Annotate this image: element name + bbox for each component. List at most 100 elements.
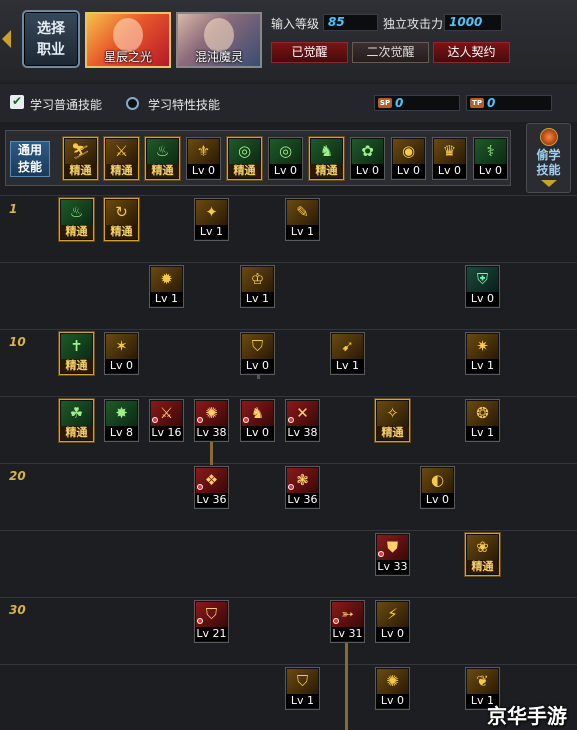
tree-skill-slot[interactable]: ➳ Lv 31	[330, 600, 365, 643]
normal-skill-checkbox[interactable]: ✔	[10, 95, 24, 109]
skill-art-icon: ⛷	[65, 139, 96, 164]
skill-level-label: Lv 0	[474, 164, 507, 178]
row-divider	[0, 463, 577, 464]
general-skill-slot[interactable]: ⚔ 精通	[104, 137, 139, 180]
skill-art-icon: ⚔	[106, 139, 137, 164]
skill-level-label: Lv 1	[331, 359, 364, 373]
general-skill-slot[interactable]: ◎ Lv 0	[268, 137, 303, 180]
alert-dot-icon	[152, 417, 158, 423]
skill-art-icon: ➹	[332, 334, 363, 359]
level-input[interactable]: 85	[323, 14, 378, 31]
general-skill-slot[interactable]: ⚜ Lv 0	[186, 137, 221, 180]
skill-level-label: Lv 0	[187, 164, 220, 178]
skill-art-icon: ✦	[196, 200, 227, 225]
general-skill-slot[interactable]: ◎ 精通	[227, 137, 262, 180]
sp-value: 0	[395, 96, 404, 110]
tree-skill-slot[interactable]: ↻ 精通	[104, 198, 139, 241]
tree-skill-slot[interactable]: ✷ Lv 1	[465, 332, 500, 375]
general-skill-slot[interactable]: ♞ 精通	[309, 137, 344, 180]
tree-skill-slot[interactable]: ✸ Lv 8	[104, 399, 139, 442]
skill-art-icon: ❀	[467, 535, 498, 560]
tree-skill-slot[interactable]: ✧ 精通	[375, 399, 410, 442]
tree-skill-slot[interactable]: ⚔ Lv 16	[149, 399, 184, 442]
tree-skill-slot[interactable]: ⛊ Lv 33	[375, 533, 410, 576]
skill-art-icon: ✺	[377, 669, 408, 694]
tree-skill-slot[interactable]: ⛉ Lv 0	[240, 332, 275, 375]
sp-icon: SP	[378, 98, 392, 108]
special-skill-label: 学习特性技能	[148, 98, 221, 112]
special-skill-radio[interactable]	[126, 97, 139, 110]
row-divider	[0, 396, 577, 397]
sp-points: SP 0	[374, 95, 460, 111]
general-skill-slot[interactable]: ♛ Lv 0	[432, 137, 467, 180]
skill-art-icon: ⛨	[467, 267, 498, 292]
alert-dot-icon	[197, 417, 203, 423]
tree-skill-slot[interactable]: ➹ Lv 1	[330, 332, 365, 375]
skill-level-label: 精通	[60, 426, 93, 440]
skill-level-label: Lv 0	[433, 164, 466, 178]
watermark: 京华手游	[487, 704, 567, 728]
choose-class-button[interactable]: 选择 职业	[22, 10, 80, 68]
skill-art-icon: ✹	[151, 267, 182, 292]
tp-points: TP 0	[466, 95, 552, 111]
tree-skill-slot[interactable]: ♞ Lv 0	[240, 399, 275, 442]
tree-skill-slot[interactable]: ⛉ Lv 1	[285, 667, 320, 710]
level-marker: 1	[9, 202, 18, 216]
skill-art-icon: ✧	[377, 401, 408, 426]
tp-value: 0	[487, 96, 496, 110]
skill-level-label: Lv 0	[269, 164, 302, 178]
general-skill-slot[interactable]: ⛷ 精通	[63, 137, 98, 180]
steal-skill-label: 偷学 技能	[536, 148, 561, 177]
skill-level-label: 精通	[105, 164, 138, 178]
steal-skill-button[interactable]: 偷学 技能	[526, 123, 571, 193]
tree-skill-slot[interactable]: ♔ Lv 1	[240, 265, 275, 308]
tree-skill-slot[interactable]: ❀ 精通	[465, 533, 500, 576]
skill-art-icon: ♨	[61, 200, 92, 225]
general-skill-slot[interactable]: ◉ Lv 0	[391, 137, 426, 180]
tree-skill-slot[interactable]: ⚡ Lv 0	[375, 600, 410, 643]
general-skill-slot[interactable]: ♨ 精通	[145, 137, 180, 180]
tree-skill-slot[interactable]: ☘ 精通	[59, 399, 94, 442]
tree-skill-slot[interactable]: ♨ 精通	[59, 198, 94, 241]
tree-skill-slot[interactable]: ✎ Lv 1	[285, 198, 320, 241]
tree-skill-slot[interactable]: ✕ Lv 38	[285, 399, 320, 442]
portrait-class-2[interactable]: 混沌魔灵	[176, 12, 262, 68]
tree-skill-slot[interactable]: ✦ Lv 1	[194, 198, 229, 241]
alert-dot-icon	[288, 484, 294, 490]
skill-art-icon: ❂	[467, 401, 498, 426]
tree-skill-slot[interactable]: ❂ Lv 1	[465, 399, 500, 442]
tree-skill-slot[interactable]: ❖ Lv 36	[194, 466, 229, 509]
skill-art-icon: ⛉	[242, 334, 273, 359]
skill-level-label: Lv 1	[195, 225, 228, 239]
tree-skill-slot[interactable]: ⛉ Lv 21	[194, 600, 229, 643]
skill-connector	[210, 441, 213, 465]
tp-icon: TP	[470, 98, 484, 108]
general-skill-slot[interactable]: ⚕ Lv 0	[473, 137, 508, 180]
general-skill-slot[interactable]: ✿ Lv 0	[350, 137, 385, 180]
attack-input[interactable]: 1000	[444, 14, 502, 31]
skill-level-label: Lv 38	[195, 426, 228, 440]
tree-skill-slot[interactable]: ⛨ Lv 0	[465, 265, 500, 308]
awakening-tab-3[interactable]: 达人契约	[433, 42, 510, 63]
row-divider	[0, 262, 577, 263]
alert-dot-icon	[378, 551, 384, 557]
alert-dot-icon	[288, 417, 294, 423]
awakening-tab-1[interactable]: 已觉醒	[271, 42, 348, 63]
skill-level-label: 精通	[466, 560, 499, 574]
skill-level-label: Lv 21	[195, 627, 228, 641]
tree-skill-slot[interactable]: ❃ Lv 36	[285, 466, 320, 509]
portrait-class-1[interactable]: 星辰之光	[85, 12, 171, 68]
skill-art-icon: ◎	[229, 139, 260, 164]
skill-level-label: Lv 0	[376, 627, 409, 641]
awakening-tab-2[interactable]: 二次觉醒	[352, 42, 429, 63]
tree-skill-slot[interactable]: ✶ Lv 0	[104, 332, 139, 375]
prev-arrow-icon[interactable]	[2, 30, 11, 48]
tree-skill-slot[interactable]: ✹ Lv 1	[149, 265, 184, 308]
tree-skill-slot[interactable]: ◐ Lv 0	[420, 466, 455, 509]
skill-level-label: Lv 0	[241, 359, 274, 373]
tree-skill-slot[interactable]: ✺ Lv 0	[375, 667, 410, 710]
tree-skill-slot[interactable]: ✺ Lv 38	[194, 399, 229, 442]
tree-skill-slot[interactable]: ✝ 精通	[59, 332, 94, 375]
skill-art-icon: ♨	[147, 139, 178, 164]
skill-level-label: Lv 0	[466, 292, 499, 306]
